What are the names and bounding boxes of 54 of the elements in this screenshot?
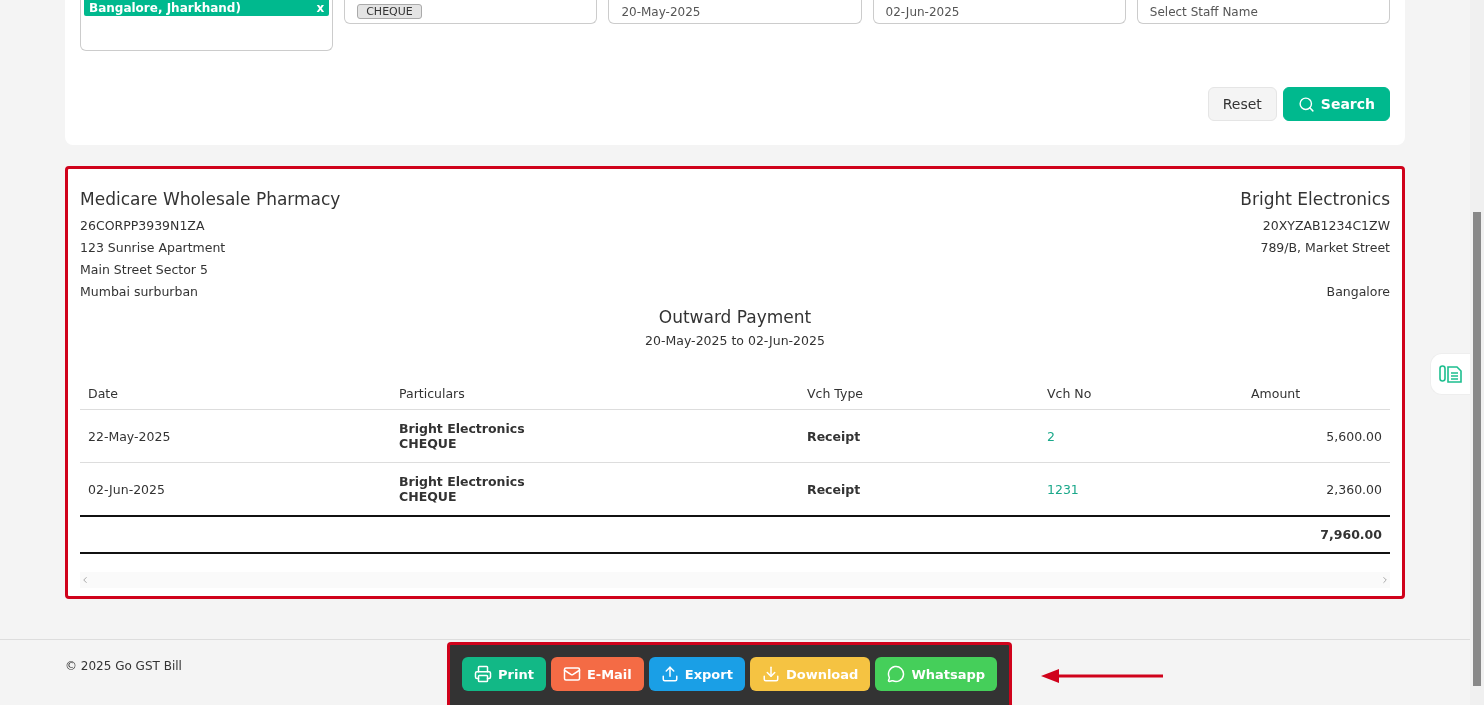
company-detail: Mumbai surburban [80, 283, 198, 301]
pen-document-icon [1438, 364, 1463, 384]
whatsapp-button[interactable]: Whatsapp [875, 657, 998, 691]
company-detail: 123 Sunrise Apartment [80, 239, 226, 257]
table-cell: 22-May-2025 [80, 409, 391, 463]
tag-label: Bangalore, Jharkhand) [89, 1, 241, 15]
from-date-field[interactable]: 20-May-2025 [608, 0, 862, 24]
upload-icon [660, 665, 679, 683]
location-select[interactable]: Bangalore, Jharkhand) x [80, 0, 334, 51]
arrow-icon [1041, 668, 1165, 684]
reset-button[interactable]: Reset [1207, 87, 1277, 121]
table-cell: Receipt [799, 462, 1039, 516]
payment-mode-chip: CHEQUE [357, 4, 422, 19]
search-button[interactable]: Search [1282, 87, 1390, 121]
payment-mode-select[interactable]: CHEQUE [344, 0, 598, 24]
tag-remove[interactable]: x [316, 1, 325, 15]
column-header: Vch No [1039, 378, 1243, 410]
download-icon [761, 665, 780, 683]
table-cell: 02-Jun-2025 [80, 462, 391, 516]
table-cell: Bright Electronics CHEQUE [391, 462, 799, 516]
party-detail: 20XYZAB1234C1ZW [1262, 217, 1390, 235]
download-button[interactable]: Download [749, 657, 871, 691]
chat-icon [887, 665, 906, 683]
company-name: Medicare Wholesale Pharmacy [80, 189, 341, 209]
total-amount: 7,960.00 [1243, 516, 1390, 553]
table-cell: Bright Electronics CHEQUE [391, 409, 799, 463]
table-cell: 2,360.00 [1243, 462, 1390, 516]
staff-select[interactable]: Select Staff Name [1136, 0, 1390, 24]
print-button[interactable]: Print [462, 657, 546, 691]
column-header: Particulars [391, 378, 799, 410]
mail-icon [562, 665, 581, 683]
printer-icon [474, 665, 492, 683]
report-title: Outward Payment [657, 307, 813, 327]
column-header: Amount [1243, 378, 1390, 410]
search-icon [1297, 95, 1315, 113]
company-detail: Main Street Sector 5 [80, 261, 208, 279]
scroll-right-icon[interactable] [1380, 575, 1390, 585]
report-period: 20-May-2025 to 02-Jun-2025 [644, 333, 826, 348]
party-detail: 789/B, Market Street [1260, 239, 1390, 257]
voucher-link[interactable]: 1231 [1047, 481, 1079, 497]
table-cell: Receipt [799, 409, 1039, 463]
export-button[interactable]: Export [648, 657, 745, 691]
to-date-field[interactable]: 02-Jun-2025 [872, 0, 1126, 24]
column-header: Date [80, 378, 391, 410]
party-name: Bright Electronics [1240, 189, 1390, 209]
voucher-link[interactable]: 2 [1047, 428, 1055, 444]
copyright-text: © 2025 Go GST Bill [65, 659, 182, 673]
company-detail: 26CORPP3939N1ZA [80, 217, 205, 235]
party-city: Bangalore [1326, 283, 1390, 301]
scroll-left-icon[interactable] [80, 575, 90, 585]
column-header: Vch Type [799, 378, 1039, 410]
table-cell: 5,600.00 [1243, 409, 1390, 463]
notes-button[interactable] [1430, 353, 1470, 395]
email-button[interactable]: E-Mail [550, 657, 644, 691]
